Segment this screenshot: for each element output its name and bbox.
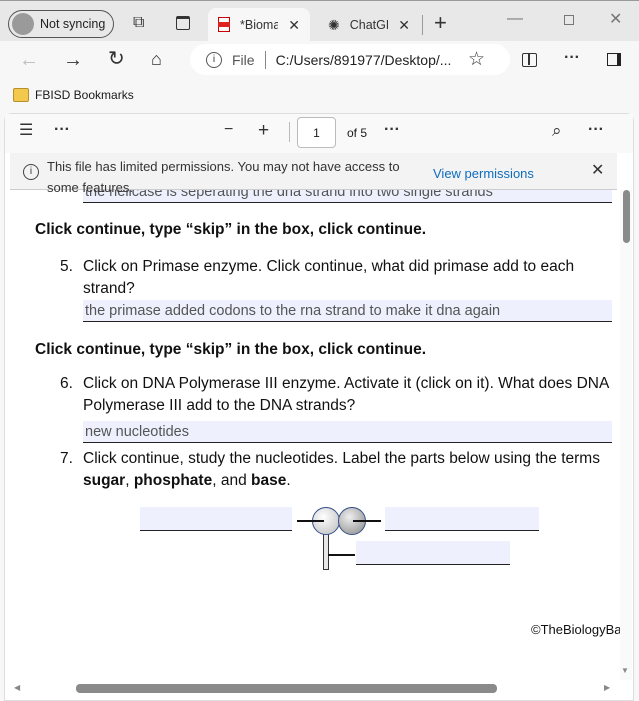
close-tab-icon[interactable]: ✕ — [398, 18, 410, 32]
base-stem — [323, 533, 329, 570]
tab-bioman[interactable]: *Bioman ✕ — [208, 8, 310, 41]
copyright: ©TheBiologyBa — [531, 622, 620, 637]
pointer-line — [297, 520, 324, 522]
question-number: 7. — [60, 450, 73, 467]
pdf-page: the helicase is seperating the dna stran… — [5, 153, 620, 681]
info-icon: i — [23, 164, 39, 180]
tab-title: *Bioman — [240, 17, 279, 32]
chatgpt-icon: ✺ — [328, 16, 340, 33]
question-6: Click on DNA Polymerase III enzyme. Acti… — [83, 375, 609, 414]
zoom-out-icon[interactable]: − — [224, 122, 233, 138]
tab-chatgpt[interactable]: ✺ ChatGPT ✕ — [318, 8, 420, 41]
search-icon[interactable]: ⌕ — [552, 122, 562, 139]
workspaces-icon[interactable]: ⧉ — [133, 15, 144, 31]
address-bar[interactable]: i File C:/Users/891977/Desktop/... — [190, 44, 510, 75]
q7-text: Click continue, study the nucleotides. L… — [83, 450, 600, 467]
split-screen-icon[interactable] — [522, 53, 537, 67]
instruction: Click continue, type “skip” in the box, … — [35, 341, 427, 358]
scroll-down-icon[interactable]: ▼ — [621, 666, 629, 675]
pointer-line — [328, 554, 355, 556]
instruction: Click continue, type “skip” in the box, … — [35, 221, 427, 238]
folder-icon — [13, 88, 29, 102]
vertical-tabs-icon[interactable] — [176, 16, 190, 30]
page-number-input[interactable]: 1 — [297, 117, 336, 148]
sidebar-icon[interactable] — [607, 53, 621, 66]
close-notice-icon[interactable]: ✕ — [591, 163, 604, 179]
zoom-in-icon[interactable]: + — [258, 121, 269, 140]
question-number: 6. — [60, 375, 73, 392]
horizontal-scroll-thumb[interactable] — [76, 684, 497, 693]
back-icon[interactable]: ← — [19, 50, 39, 70]
page-total: of 5 — [347, 126, 368, 140]
label-field-left[interactable] — [140, 507, 292, 531]
answer-field-primase[interactable]: the primase added codons to the rna stra… — [83, 300, 612, 322]
settings-more-icon[interactable]: ··· — [564, 50, 580, 66]
pointer-line — [353, 520, 381, 522]
new-tab-icon[interactable]: + — [434, 12, 447, 34]
view-permissions-link[interactable]: View permissions — [433, 166, 534, 181]
label-field-bottom[interactable] — [356, 541, 510, 565]
maximize-icon[interactable] — [564, 15, 574, 25]
question-7: Click continue, study the nucleotides. L… — [83, 448, 620, 492]
profile-button[interactable]: Not syncing — [8, 10, 114, 38]
home-icon[interactable]: ⌂ — [151, 50, 162, 68]
avatar — [12, 13, 34, 35]
scheme-label: File — [232, 51, 255, 68]
minimize-icon[interactable]: — — [507, 11, 523, 27]
more-tools-icon[interactable]: ··· — [54, 122, 70, 138]
more-options-icon[interactable]: ··· — [588, 122, 604, 138]
question-5: Click on Primase enzyme. Click continue,… — [83, 258, 575, 297]
label-field-right[interactable] — [385, 507, 539, 531]
contents-list-icon[interactable]: ☰ — [19, 123, 33, 139]
forward-icon[interactable]: → — [63, 50, 83, 70]
profile-label: Not syncing — [40, 17, 106, 31]
info-icon[interactable]: i — [206, 51, 222, 68]
question-number: 5. — [60, 258, 73, 275]
vertical-scrollbar[interactable] — [620, 190, 632, 680]
term-sugar: sugar — [83, 472, 126, 489]
q7-sep: , and — [212, 472, 251, 489]
notice-text: This file has limited permissions. You m… — [47, 159, 400, 195]
bookmark-folder[interactable]: FBISD Bookmarks — [35, 88, 134, 102]
toolbar-divider — [289, 122, 290, 142]
scroll-right-icon[interactable]: ▶ — [604, 683, 610, 692]
scroll-left-icon[interactable]: ◀ — [14, 683, 20, 692]
more-page-options-icon[interactable]: ··· — [384, 122, 400, 138]
term-base: base — [251, 472, 287, 489]
url-text[interactable]: C:/Users/891977/Desktop/... — [276, 52, 452, 68]
refresh-icon[interactable]: ↻ — [108, 49, 125, 69]
q7-sep: , — [125, 472, 134, 489]
term-phosphate: phosphate — [133, 472, 213, 489]
address-divider — [264, 50, 266, 69]
answer-field-polymerase[interactable]: new nucleotides — [83, 421, 612, 443]
favorite-star-icon[interactable]: ☆ — [468, 50, 485, 69]
tab-title: ChatGPT — [349, 17, 389, 32]
vertical-scroll-thumb[interactable] — [623, 190, 630, 243]
close-window-icon[interactable]: ✕ — [609, 12, 622, 28]
close-tab-icon[interactable]: ✕ — [288, 18, 300, 32]
q7-end: . — [286, 472, 291, 489]
tab-divider — [422, 15, 423, 35]
permissions-notice: i This file has limited permissions. You… — [10, 153, 617, 195]
pdf-icon — [218, 17, 230, 32]
